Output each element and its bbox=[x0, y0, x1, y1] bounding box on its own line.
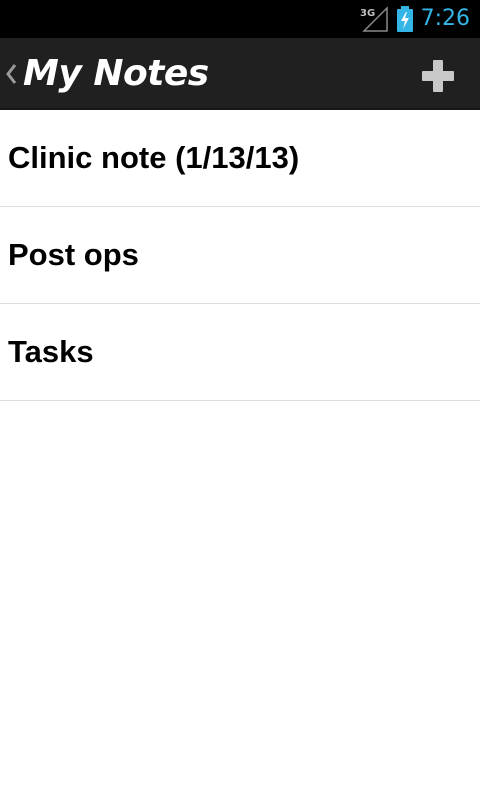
note-label: Clinic note (1/13/13) bbox=[8, 140, 300, 175]
add-note-button[interactable] bbox=[416, 54, 460, 98]
notes-list: Clinic note (1/13/13) Post ops Tasks bbox=[0, 110, 480, 401]
note-label: Post ops bbox=[8, 237, 139, 272]
network-type-label: 3G bbox=[360, 8, 375, 19]
note-label: Tasks bbox=[8, 334, 94, 369]
note-item-tasks[interactable]: Tasks bbox=[0, 304, 480, 401]
plus-icon bbox=[422, 60, 454, 92]
note-item-post-ops[interactable]: Post ops bbox=[0, 207, 480, 304]
app-title[interactable]: My Notes bbox=[23, 52, 209, 96]
chevron-left-icon[interactable] bbox=[5, 62, 17, 86]
status-bar: 3G 7:26 bbox=[0, 0, 480, 38]
battery-charging-icon bbox=[397, 6, 413, 32]
clock: 7:26 bbox=[420, 6, 470, 31]
signal-3g-icon: 3G bbox=[360, 6, 388, 32]
note-item-clinic-note[interactable]: Clinic note (1/13/13) bbox=[0, 110, 480, 207]
screen: 3G 7:26 My Notes Clinic note (1/13/13) P… bbox=[0, 0, 480, 800]
action-bar: My Notes bbox=[0, 38, 480, 110]
